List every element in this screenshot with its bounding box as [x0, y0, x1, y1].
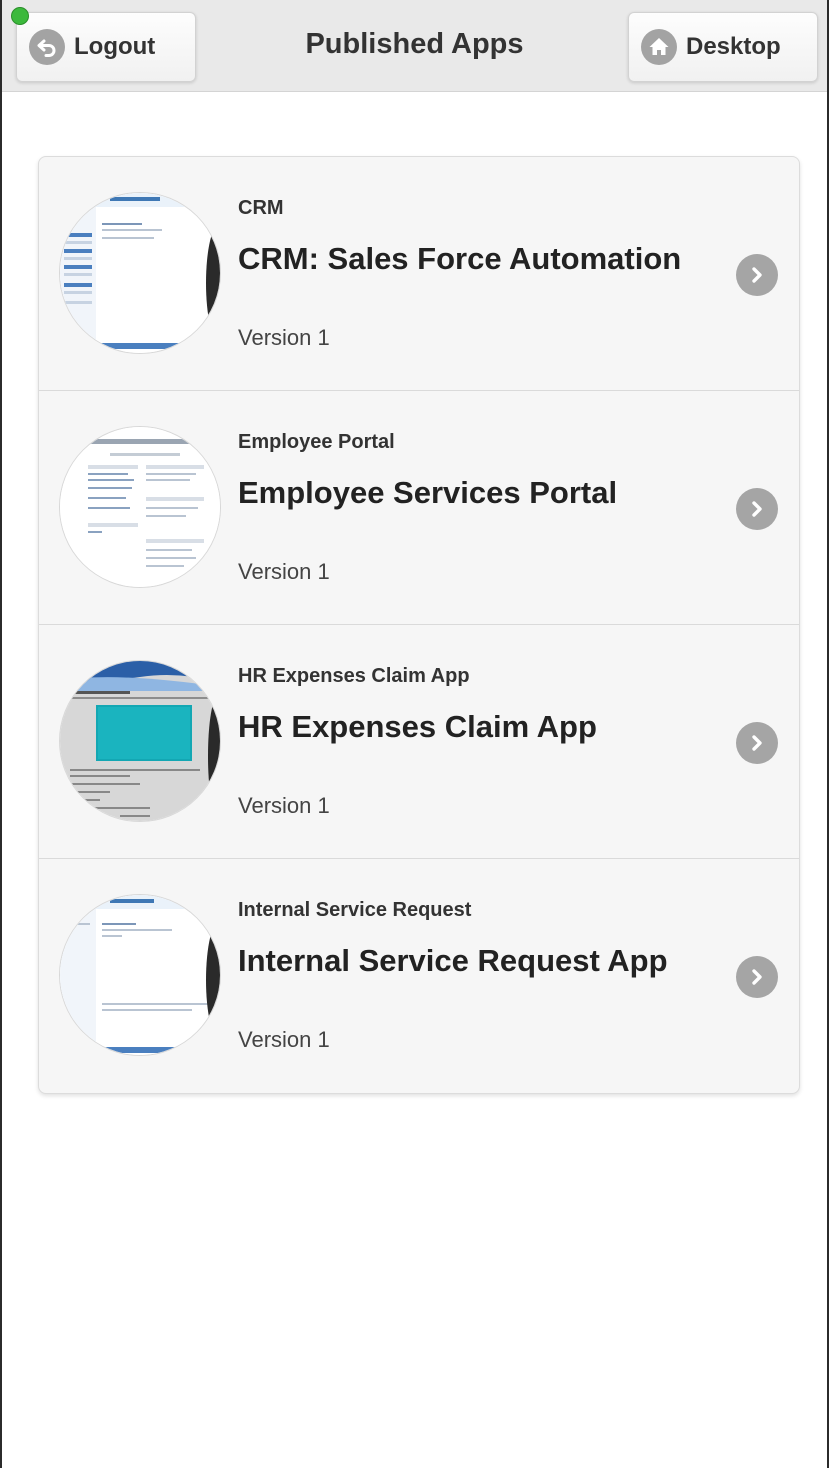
desktop-label: Desktop	[686, 33, 781, 60]
app-name: CRM: Sales Force Automation	[238, 241, 682, 276]
chevron-right-icon	[736, 254, 778, 296]
header-bar: Published Apps Logout Desktop	[2, 0, 827, 92]
app-name: Internal Service Request App	[238, 943, 668, 978]
logout-label: Logout	[74, 33, 156, 60]
app-item-hr-expenses[interactable]: HR Expenses Claim App HR Expenses Claim …	[39, 625, 799, 859]
app-thumbnail	[59, 192, 221, 354]
app-frame: Published Apps Logout Desktop CRM CRM: S…	[0, 0, 829, 1468]
app-thumbnail	[59, 660, 221, 822]
chevron-right-icon	[736, 488, 778, 530]
app-category: Employee Portal	[238, 431, 395, 453]
app-name: HR Expenses Claim App	[238, 709, 597, 744]
app-item-internal-service-request[interactable]: Internal Service Request Internal Servic…	[39, 859, 799, 1093]
desktop-button[interactable]: Desktop	[628, 12, 818, 82]
logout-button[interactable]: Logout	[16, 12, 196, 82]
app-name: Employee Services Portal	[238, 475, 618, 510]
app-version: Version 1	[238, 793, 330, 818]
chevron-right-icon	[736, 722, 778, 764]
app-version: Version 1	[238, 1027, 330, 1052]
app-item-crm[interactable]: CRM CRM: Sales Force Automation Version …	[39, 157, 799, 391]
app-category: HR Expenses Claim App	[238, 665, 470, 687]
status-indicator	[11, 7, 29, 25]
chevron-right-icon	[736, 956, 778, 998]
home-icon	[641, 29, 677, 65]
app-category: Internal Service Request	[238, 899, 472, 921]
app-version: Version 1	[238, 325, 330, 350]
app-version: Version 1	[238, 559, 330, 584]
app-item-employee-portal[interactable]: Employee Portal Employee Services Portal…	[39, 391, 799, 625]
app-thumbnail	[59, 426, 221, 588]
back-arrow-icon	[29, 29, 65, 65]
app-category: CRM	[238, 197, 284, 219]
app-thumbnail	[59, 894, 221, 1056]
published-apps-list: CRM CRM: Sales Force Automation Version …	[38, 156, 800, 1094]
